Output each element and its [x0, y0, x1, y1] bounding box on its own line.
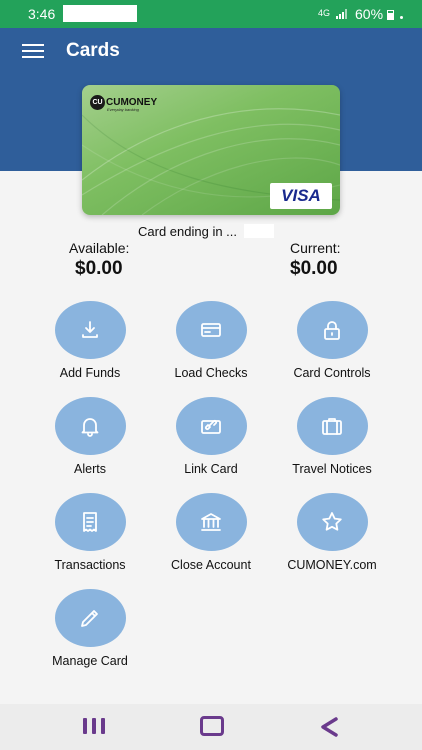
action-label: Transactions: [54, 558, 126, 572]
lock-icon: [324, 321, 340, 340]
add-funds-button[interactable]: Add Funds: [25, 301, 155, 380]
current-balance: $0.00: [290, 258, 338, 279]
page-title: Cards: [66, 40, 120, 61]
receipt-icon: [83, 512, 97, 532]
cumoney-website-button[interactable]: CUMONEY.com: [267, 493, 397, 572]
download-icon: [82, 321, 98, 338]
pencil-icon: [81, 610, 98, 627]
manage-card-button[interactable]: Manage Card: [25, 589, 155, 668]
load-checks-button[interactable]: Load Checks: [146, 301, 276, 380]
current-label: Current:: [290, 240, 341, 256]
visa-logo: VISA: [270, 183, 332, 209]
back-icon[interactable]: [318, 716, 342, 738]
star-icon: [322, 512, 342, 531]
action-label: CUMONEY.com: [287, 558, 377, 572]
action-label: Load Checks: [174, 366, 248, 380]
battery-percent: 60%: [355, 6, 384, 22]
action-label: Close Account: [171, 558, 251, 572]
status-bar: 3:46 4G 60%: [0, 0, 422, 28]
bank-icon: [201, 513, 221, 531]
action-label: Link Card: [184, 462, 238, 476]
redacted-area: [63, 5, 137, 22]
alerts-button[interactable]: Alerts: [25, 397, 155, 476]
card-ending-text: Card ending in ...: [138, 224, 238, 239]
home-icon[interactable]: [200, 716, 224, 736]
travel-notices-button[interactable]: Travel Notices: [267, 397, 397, 476]
close-account-button[interactable]: Close Account: [146, 493, 276, 572]
cumoney-logo-disc: CU: [90, 95, 105, 110]
hamburger-menu-icon[interactable]: [22, 43, 44, 59]
available-balance: $0.00: [75, 258, 123, 279]
link-card-icon: [201, 419, 221, 434]
cumoney-logo: CU CUMONEY Everyday banking: [90, 95, 157, 112]
network-indicator: 4G: [318, 8, 331, 18]
battery-icon: [387, 10, 394, 20]
available-label: Available:: [69, 240, 130, 256]
card-tagline: Everyday banking: [107, 107, 139, 112]
status-time: 3:46: [28, 6, 56, 22]
suitcase-icon: [322, 418, 342, 435]
action-label: Add Funds: [59, 366, 121, 380]
redacted-card-digits: [244, 224, 274, 238]
card-icon: [201, 323, 221, 337]
signal-icon: [336, 9, 347, 19]
link-card-button[interactable]: Link Card: [146, 397, 276, 476]
system-nav-bar: [0, 704, 422, 750]
debit-card-image: CU CUMONEY Everyday banking VISA: [82, 85, 340, 215]
notification-dot: [400, 16, 403, 19]
action-label: Travel Notices: [292, 462, 372, 476]
action-label: Manage Card: [52, 654, 128, 668]
transactions-button[interactable]: Transactions: [25, 493, 155, 572]
bell-icon: [81, 418, 99, 437]
card-controls-button[interactable]: Card Controls: [267, 301, 397, 380]
recent-apps-icon[interactable]: [82, 716, 106, 736]
action-label: Card Controls: [293, 366, 371, 380]
action-label: Alerts: [74, 462, 106, 476]
